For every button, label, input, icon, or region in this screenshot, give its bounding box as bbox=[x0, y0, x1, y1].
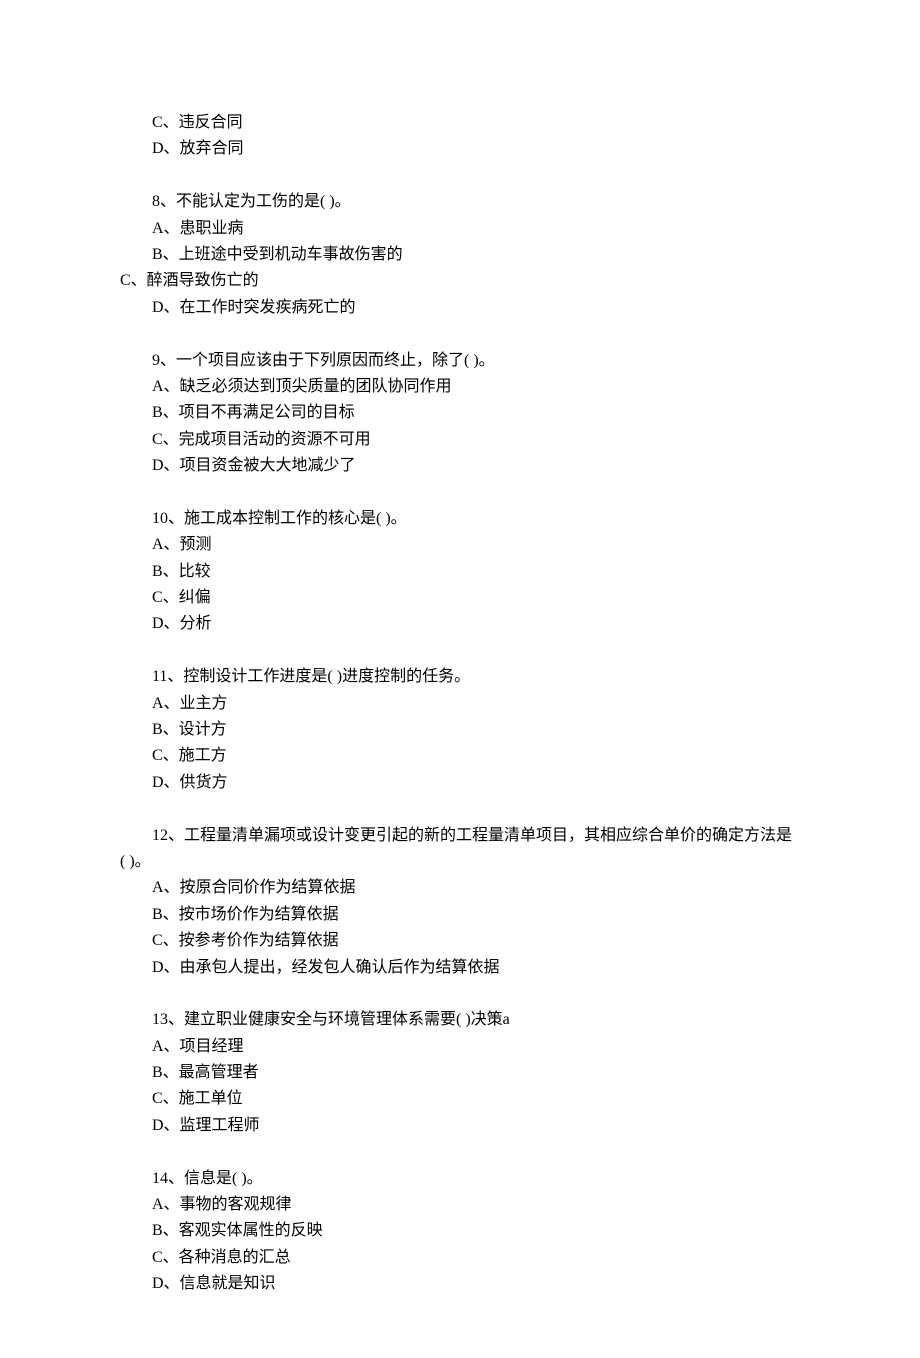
spacer bbox=[120, 479, 800, 505]
q9-option-a: A、缺乏必须达到顶尖质量的团队协同作用 bbox=[152, 374, 800, 400]
q14-option-a: A、事物的客观规律 bbox=[152, 1192, 800, 1218]
q12-option-c: C、按参考价作为结算依据 bbox=[152, 928, 800, 954]
q9-option-b: B、项目不再满足公司的目标 bbox=[152, 400, 800, 426]
q13-option-a: A、项目经理 bbox=[152, 1034, 800, 1060]
q13-option-d: D、监理工程师 bbox=[152, 1113, 800, 1139]
q13-option-c: C、施工单位 bbox=[152, 1086, 800, 1112]
q10-option-a: A、预测 bbox=[152, 532, 800, 558]
q9-stem: 9、一个项目应该由于下列原因而终止，除了( )。 bbox=[152, 348, 800, 374]
q11-option-b: B、设计方 bbox=[152, 717, 800, 743]
spacer bbox=[120, 1139, 800, 1165]
spacer bbox=[120, 796, 800, 822]
q12-option-a: A、按原合同价作为结算依据 bbox=[152, 875, 800, 901]
spacer bbox=[120, 163, 800, 189]
spacer bbox=[120, 638, 800, 664]
q8-option-b: B、上班途中受到机动车事故伤害的 bbox=[152, 242, 800, 268]
q10-option-b: B、比较 bbox=[152, 559, 800, 585]
q7-option-d: D、放弃合同 bbox=[152, 136, 800, 162]
q8-option-c: C、醉酒导致伤亡的 bbox=[120, 268, 800, 294]
q14-option-c: C、各种消息的汇总 bbox=[152, 1245, 800, 1271]
spacer bbox=[120, 321, 800, 347]
q9-option-d: D、项目资金被大大地减少了 bbox=[152, 453, 800, 479]
q12-option-d: D、由承包人提出，经发包人确认后作为结算依据 bbox=[152, 955, 800, 981]
q14-stem: 14、信息是( )。 bbox=[152, 1166, 800, 1192]
q8-stem: 8、不能认定为工伤的是( )。 bbox=[152, 189, 800, 215]
q8-option-d: D、在工作时突发疾病死亡的 bbox=[152, 295, 800, 321]
q10-stem: 10、施工成本控制工作的核心是( )。 bbox=[152, 506, 800, 532]
q13-stem: 13、建立职业健康安全与环境管理体系需要( )决策a bbox=[152, 1007, 800, 1033]
q10-option-c: C、纠偏 bbox=[152, 585, 800, 611]
q11-option-a: A、业主方 bbox=[152, 691, 800, 717]
q7-option-c: C、违反合同 bbox=[152, 110, 800, 136]
q13-option-b: B、最高管理者 bbox=[152, 1060, 800, 1086]
q10-option-d: D、分析 bbox=[152, 611, 800, 637]
q11-option-d: D、供货方 bbox=[152, 770, 800, 796]
q14-option-b: B、客观实体属性的反映 bbox=[152, 1218, 800, 1244]
q12-option-b: B、按市场价作为结算依据 bbox=[152, 902, 800, 928]
q11-option-c: C、施工方 bbox=[152, 743, 800, 769]
q14-option-d: D、信息就是知识 bbox=[152, 1271, 800, 1297]
q8-option-a: A、患职业病 bbox=[152, 216, 800, 242]
q11-stem: 11、控制设计工作进度是( )进度控制的任务。 bbox=[152, 664, 800, 690]
q12-stem: 12、工程量清单漏项或设计变更引起的新的工程量清单项目，其相应综合单价的确定方法… bbox=[120, 823, 800, 876]
q9-option-c: C、完成项目活动的资源不可用 bbox=[152, 427, 800, 453]
spacer bbox=[120, 981, 800, 1007]
